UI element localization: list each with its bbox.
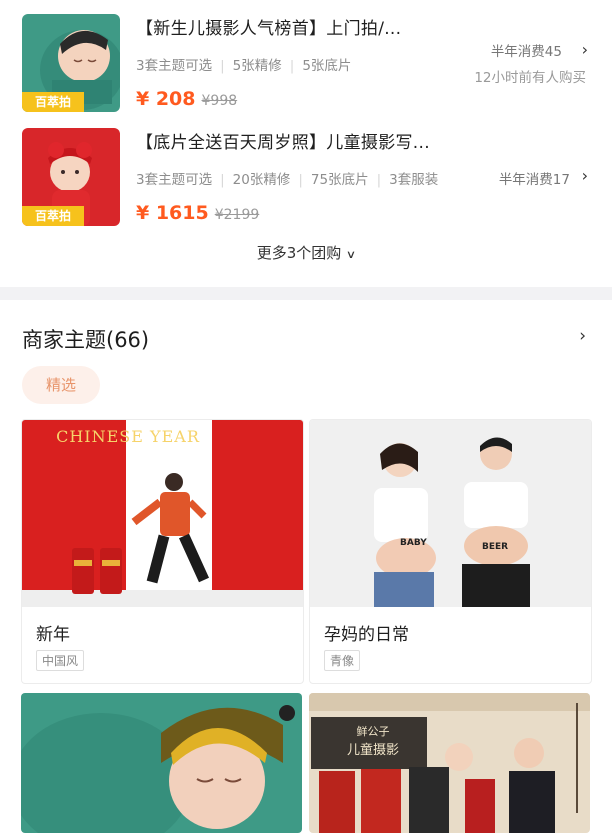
deal-badge: 百萃拍 [22,92,84,112]
deal-tag: 3套主题可选 [136,172,213,188]
deal-tags: 3套主题可选 | 5张精修 | 5张底片 [136,58,352,74]
sales-stat: 半年消费45 [490,44,562,60]
theme-card[interactable] [21,693,302,833]
original-price: ¥2199 [214,207,260,223]
section-title: 商家主题(66) [22,328,150,352]
filter-chip-featured[interactable]: 精选 [22,366,100,404]
deal-tag: 3套服装 [389,172,439,188]
recent-purchase: 12小时前有人购买 [474,70,586,86]
theme-name: 孕妈的日常 [324,625,409,645]
banner-text: CHINESE YEAR [56,427,200,446]
merchant-themes-card: 商家主题(66) › 精选 CHINESE YEAR 新年 中国风 BABY B… [0,300,612,836]
original-price: ¥998 [201,93,238,109]
belly-text-left: BABY [400,538,427,548]
current-price: ¥ 1615 [136,202,209,224]
chevron-right-icon: › [581,166,588,185]
sales-stat: 半年消费17 [498,172,570,188]
deal-tag: 20张精修 [232,172,291,188]
deal-tag: 75张底片 [310,172,369,188]
theme-image: CHINESE YEAR [22,420,303,607]
more-deals-link[interactable]: 更多3个团购 ∨ [0,242,612,263]
more-deals-label: 更多3个团购 [256,244,342,262]
theme-tag: 中国风 [36,650,85,671]
deal-item[interactable]: 百萃拍 【新生儿摄影人气榜首】上门拍/... 3套主题可选 | 5张精修 | 5张底片 … [0,0,612,112]
deal-tag: 5张底片 [302,58,352,74]
logo-text: 鲜公子 [356,725,390,738]
deal-item[interactable]: 百萃拍 【底片全送百天周岁照】儿童摄影写... 3套主题可选 | 20张精修 | 75张… [0,114,612,226]
deal-tags: 3套主题可选 | 20张精修 | 75张底片 | 3套服装 [136,172,439,188]
group-deals-card: 百萃拍 【新生儿摄影人气榜首】上门拍/... 3套主题可选 | 5张精修 | 5张底片 … [0,0,612,287]
theme-name: 新年 [36,625,70,645]
belly-text-right: BEER [482,542,509,552]
current-price: ¥ 208 [136,88,196,110]
deal-price: ¥ 208 ¥998 [136,88,237,110]
logo-text: 儿童摄影 [346,743,399,758]
theme-tag: 青像 [324,650,361,671]
deal-thumbnail: 百萃拍 [22,128,120,226]
deal-tag: 3套主题可选 [136,58,213,74]
deal-title: 【底片全送百天周岁照】儿童摄影写... [136,133,430,153]
deal-price: ¥ 1615 ¥2199 [136,202,259,224]
theme-image: BABY BEER [310,420,591,607]
chevron-down-icon: ∨ [346,248,357,261]
deal-title: 【新生儿摄影人气榜首】上门拍/... [136,19,402,39]
deal-thumbnail: 百萃拍 [22,14,120,112]
chevron-right-icon: › [581,40,588,59]
theme-card[interactable]: 鲜公子 儿童摄影 [309,693,590,833]
chevron-right-icon[interactable]: › [579,326,586,346]
deal-badge: 百萃拍 [22,206,84,226]
theme-card[interactable]: BABY BEER 孕妈的日常 青像 [309,419,592,684]
deal-tag: 5张精修 [232,58,282,74]
theme-card[interactable]: CHINESE YEAR 新年 中国风 [21,419,304,684]
